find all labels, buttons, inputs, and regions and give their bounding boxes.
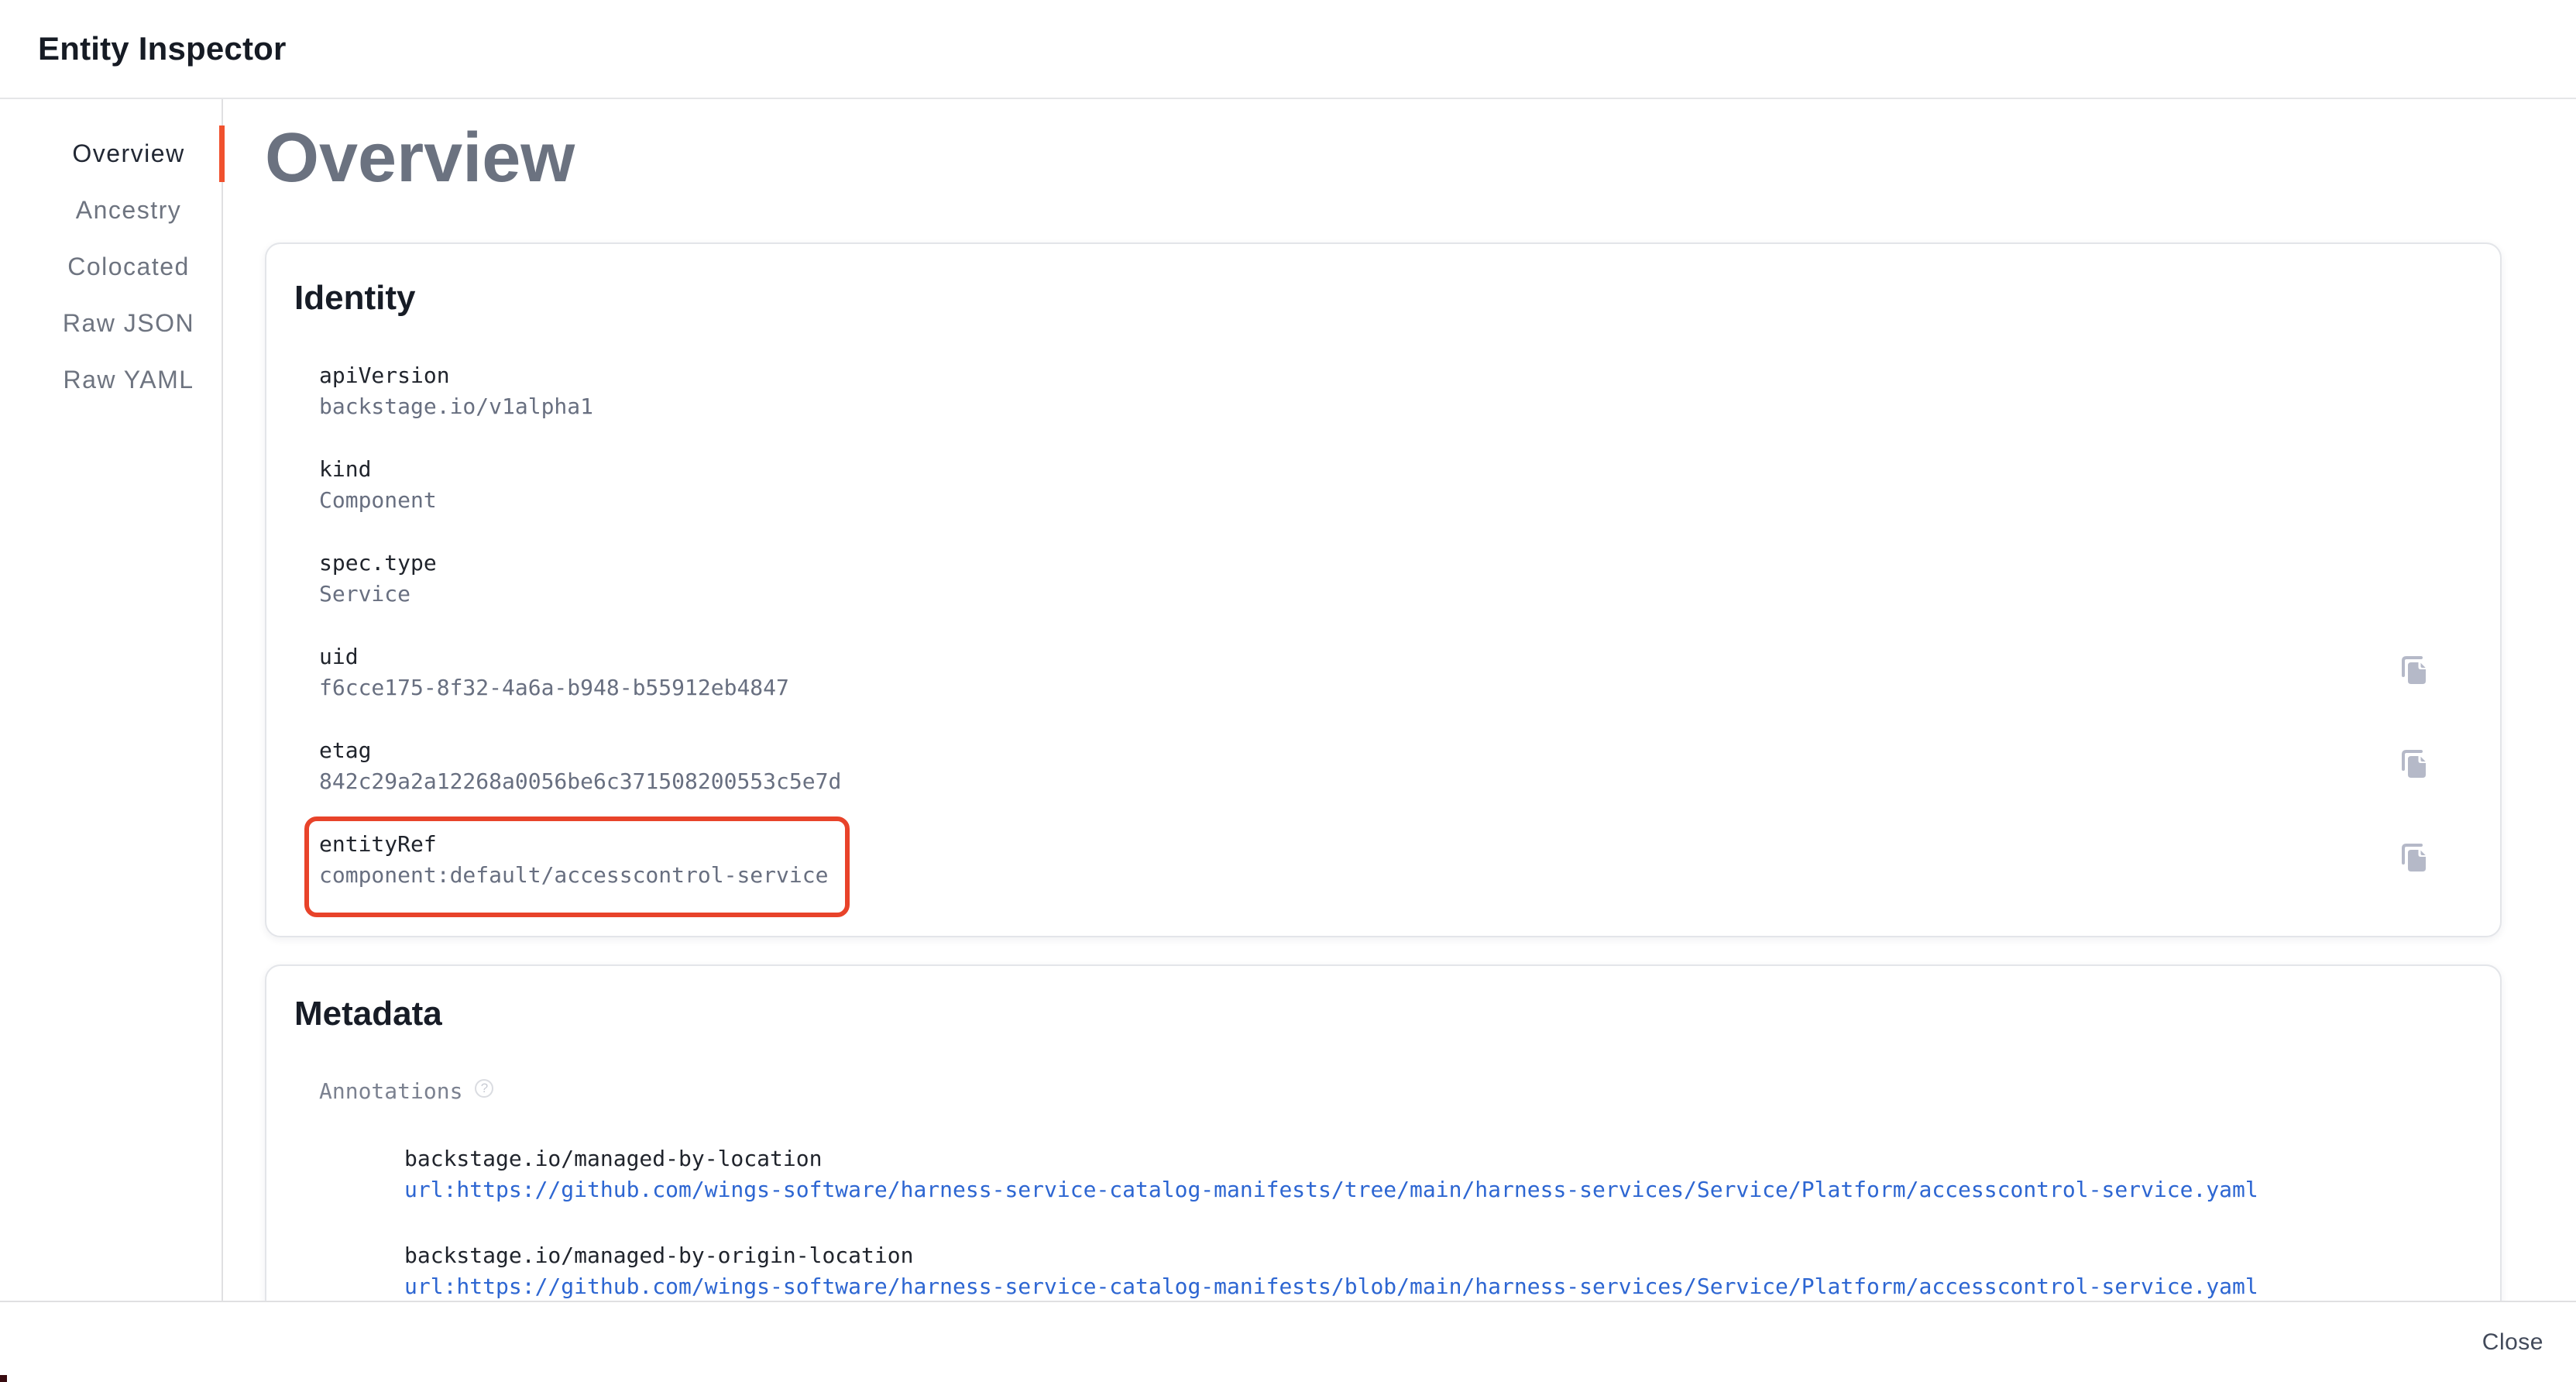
annotation-managed-by-origin-location: backstage.io/managed-by-origin-location …	[404, 1240, 2430, 1301]
active-tab-indicator	[219, 125, 225, 182]
field-row-kind: kind Component	[319, 454, 2430, 516]
field-row-uid: uid f6cce175-8f32-4a6a-b948-b55912eb4847	[319, 641, 2430, 703]
close-button[interactable]: Close	[2470, 1323, 2556, 1362]
tab-raw-json[interactable]: Raw JSON	[0, 295, 222, 352]
annotation-value-link[interactable]: url:https://github.com/wings-software/ha…	[404, 1174, 2430, 1205]
copy-icon	[2396, 839, 2430, 873]
tab-colocated[interactable]: Colocated	[0, 239, 222, 295]
copy-entityref-button[interactable]	[2396, 839, 2430, 873]
field-label: uid	[319, 641, 789, 672]
field-row-etag: etag 842c29a2a12268a0056be6c371508200553…	[319, 735, 2430, 797]
dialog-header: Entity Inspector	[0, 0, 2576, 99]
dialog-content: Overview Ancestry Colocated Raw JSON Raw…	[0, 99, 2576, 1301]
annotation-value-link[interactable]: url:https://github.com/wings-software/ha…	[404, 1271, 2430, 1301]
field-label: spec.type	[319, 548, 437, 579]
field-value: 842c29a2a12268a0056be6c371508200553c5e7d	[319, 766, 841, 797]
metadata-card: Metadata Annotations ? backstage.io/mana…	[265, 964, 2502, 1301]
help-icon[interactable]: ?	[475, 1079, 493, 1098]
copy-uid-button[interactable]	[2396, 651, 2430, 686]
page-title: Overview	[265, 119, 2502, 197]
field-label: etag	[319, 735, 841, 766]
dialog-title: Entity Inspector	[38, 30, 287, 67]
annotation-key: backstage.io/managed-by-origin-location	[404, 1240, 2430, 1271]
identity-card: Identity apiVersion backstage.io/v1alpha…	[265, 242, 2502, 937]
annotations-label-row: Annotations ?	[319, 1076, 2430, 1107]
field-row-spec-type: spec.type Service	[319, 548, 2430, 610]
identity-fields: apiVersion backstage.io/v1alpha1 kind Co…	[319, 360, 2430, 891]
copy-icon	[2396, 651, 2430, 686]
field-row-apiversion: apiVersion backstage.io/v1alpha1	[319, 360, 2430, 422]
field-value: Service	[319, 579, 437, 610]
highlight-ring: entityRef component:default/accesscontro…	[304, 816, 850, 917]
annotation-key: backstage.io/managed-by-location	[404, 1143, 2430, 1174]
tab-overview[interactable]: Overview	[0, 125, 222, 182]
field-label: apiVersion	[319, 360, 593, 391]
metadata-card-title: Metadata	[294, 994, 2430, 1034]
annotations-list: backstage.io/managed-by-location url:htt…	[404, 1143, 2430, 1301]
cursor-artifact	[0, 1375, 7, 1382]
copy-etag-button[interactable]	[2396, 745, 2430, 779]
tab-sidebar: Overview Ancestry Colocated Raw JSON Raw…	[0, 99, 223, 1301]
annotations-label: Annotations	[319, 1076, 462, 1107]
field-row-entityref: entityRef component:default/accesscontro…	[319, 829, 2430, 891]
field-label: kind	[319, 454, 437, 485]
tab-ancestry[interactable]: Ancestry	[0, 182, 222, 239]
annotation-managed-by-location: backstage.io/managed-by-location url:htt…	[404, 1143, 2430, 1205]
field-value: backstage.io/v1alpha1	[319, 391, 593, 422]
overview-panel: Overview Identity apiVersion backstage.i…	[223, 99, 2576, 1301]
dialog-footer: Close	[0, 1301, 2576, 1382]
field-value: Component	[319, 485, 437, 516]
field-value: component:default/accesscontrol-service	[319, 860, 828, 891]
field-label: entityRef	[319, 829, 828, 860]
field-value: f6cce175-8f32-4a6a-b948-b55912eb4847	[319, 672, 789, 703]
tab-raw-yaml[interactable]: Raw YAML	[0, 352, 222, 408]
identity-card-title: Identity	[294, 278, 2430, 318]
copy-icon	[2396, 745, 2430, 779]
